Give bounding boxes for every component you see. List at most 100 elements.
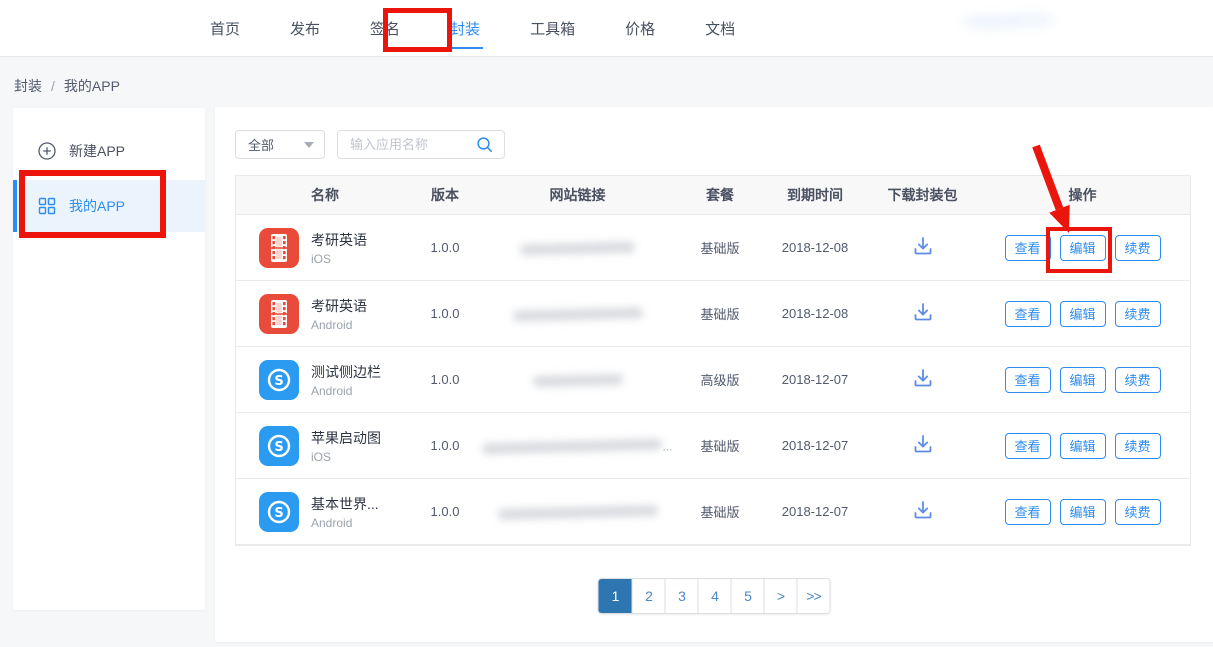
download-icon[interactable] <box>912 301 934 323</box>
category-select[interactable]: 全部 <box>235 130 325 159</box>
actions-cell: 查看编辑续费 <box>975 499 1190 525</box>
search-icon[interactable] <box>476 136 494 154</box>
view-button[interactable]: 查看 <box>1005 499 1051 525</box>
s-logo-icon: S <box>259 492 299 532</box>
page-button-5[interactable]: 5 <box>731 579 764 613</box>
url-ellipsis: ... <box>662 439 672 453</box>
app-platform: Android <box>311 516 379 530</box>
renew-button[interactable]: 续费 <box>1115 235 1161 261</box>
renew-button[interactable]: 续费 <box>1115 433 1161 459</box>
edit-button[interactable]: 编辑 <box>1060 367 1106 393</box>
download-icon[interactable] <box>912 367 934 389</box>
plan-cell: 高级版 <box>680 370 760 389</box>
breadcrumb: 封装 / 我的APP <box>14 76 120 96</box>
version-cell: 1.0.0 <box>415 306 475 321</box>
film-icon <box>259 228 299 268</box>
renew-button[interactable]: 续费 <box>1115 367 1161 393</box>
version-cell: 1.0.0 <box>415 240 475 255</box>
table-row: S苹果启动图iOS1.0.0...基础版2018-12-07查看编辑续费 <box>236 413 1190 479</box>
nav-item-2[interactable]: 签名 <box>368 12 402 45</box>
app-name: 测试侧边栏 <box>311 362 381 382</box>
download-icon[interactable] <box>912 235 934 257</box>
app-platform: iOS <box>311 252 367 266</box>
edit-button[interactable]: 编辑 <box>1060 499 1106 525</box>
download-icon[interactable] <box>912 499 934 521</box>
nav-item-4[interactable]: 工具箱 <box>528 12 577 45</box>
sidebar-item-label: 我的APP <box>69 196 125 216</box>
view-button[interactable]: 查看 <box>1005 367 1051 393</box>
actions-cell: 查看编辑续费 <box>975 367 1190 393</box>
search-input[interactable] <box>350 137 476 152</box>
version-cell: 1.0.0 <box>415 372 475 387</box>
blurred-user-info <box>1008 11 1056 29</box>
nav-item-3[interactable]: 封装 <box>448 12 482 45</box>
s-logo-icon: S <box>259 360 299 400</box>
actions-cell: 查看编辑续费 <box>975 433 1190 459</box>
app-name-cell: 考研英语Android <box>236 294 415 334</box>
app-name-cell: S 测试侧边栏 Android <box>236 360 415 400</box>
column-header-6: 操作 <box>975 185 1190 205</box>
column-header-3: 套餐 <box>680 185 760 205</box>
svg-text:S: S <box>274 440 283 455</box>
redacted-url <box>520 242 635 256</box>
page-button-2[interactable]: 2 <box>632 579 665 613</box>
next-page-button[interactable]: > <box>764 579 797 613</box>
expiry-cell: 2018-12-08 <box>760 306 870 321</box>
apps-table: 名称版本网站链接套餐到期时间下载封装包操作 考研英语iOS1.0.0基础版201… <box>235 175 1191 546</box>
redacted-url <box>512 307 642 321</box>
download-cell <box>870 367 975 392</box>
expiry-cell: 2018-12-07 <box>760 438 870 453</box>
table-row: 考研英语iOS1.0.0基础版2018-12-08查看编辑续费 <box>236 215 1190 281</box>
sidebar: 新建APP 我的APP <box>13 108 205 610</box>
view-button[interactable]: 查看 <box>1005 235 1051 261</box>
app-name-cell: S苹果启动图iOS <box>236 426 415 466</box>
actions-cell: 查看编辑续费 <box>975 301 1190 327</box>
redacted-url <box>482 438 662 454</box>
expiry-cell: 2018-12-08 <box>760 240 870 255</box>
website-link-cell <box>475 372 680 387</box>
plan-cell: 基础版 <box>680 238 760 257</box>
plan-cell: 基础版 <box>680 304 760 323</box>
table-row: S基本世界...Android1.0.0基础版2018-12-07查看编辑续费 <box>236 479 1190 545</box>
page-button-1[interactable]: 1 <box>599 579 632 613</box>
renew-button[interactable]: 续费 <box>1115 301 1161 327</box>
edit-button[interactable]: 编辑 <box>1060 235 1106 261</box>
main-panel: 全部 名称版本网站链接套餐到期时间下载封装包操作 考研英语 iOS 1.0.0 基础版… <box>215 107 1213 642</box>
film-icon <box>259 294 299 334</box>
nav-item-6[interactable]: 文档 <box>703 12 737 45</box>
nav-item-0[interactable]: 首页 <box>208 12 242 45</box>
renew-button[interactable]: 续费 <box>1115 499 1161 525</box>
page-button-4[interactable]: 4 <box>698 579 731 613</box>
app-name: 基本世界... <box>311 494 379 514</box>
plan-cell: 基础版 <box>680 436 760 455</box>
last-page-button[interactable]: >> <box>797 579 830 613</box>
table-header-row: 名称版本网站链接套餐到期时间下载封装包操作 <box>236 175 1190 215</box>
website-link-cell <box>475 306 680 321</box>
redacted-url <box>532 374 622 387</box>
download-cell <box>870 499 975 524</box>
breadcrumb-section[interactable]: 封装 <box>14 76 42 96</box>
website-link-cell: ... <box>475 438 680 454</box>
sidebar-item-my-app[interactable]: 我的APP <box>13 180 205 232</box>
view-button[interactable]: 查看 <box>1005 433 1051 459</box>
plus-circle-icon <box>38 142 56 160</box>
redacted-url <box>497 505 657 520</box>
app-name: 考研英语 <box>311 296 367 316</box>
app-name-cell: S 基本世界... Android <box>236 492 415 532</box>
app-platform: Android <box>311 384 381 398</box>
pagination: 12345>>> <box>598 578 831 614</box>
sidebar-item-new-app[interactable]: 新建APP <box>13 130 205 172</box>
s-logo-icon: S <box>259 426 299 466</box>
view-button[interactable]: 查看 <box>1005 301 1051 327</box>
expiry-cell: 2018-12-07 <box>760 504 870 519</box>
download-cell <box>870 235 975 260</box>
breadcrumb-current: 我的APP <box>64 76 120 96</box>
actions-cell: 查看编辑续费 <box>975 235 1190 261</box>
download-icon[interactable] <box>912 433 934 455</box>
table-row: S测试侧边栏Android1.0.0高级版2018-12-07查看编辑续费 <box>236 347 1190 413</box>
edit-button[interactable]: 编辑 <box>1060 301 1106 327</box>
page-button-3[interactable]: 3 <box>665 579 698 613</box>
edit-button[interactable]: 编辑 <box>1060 433 1106 459</box>
nav-item-5[interactable]: 价格 <box>623 12 657 45</box>
nav-item-1[interactable]: 发布 <box>288 12 322 45</box>
